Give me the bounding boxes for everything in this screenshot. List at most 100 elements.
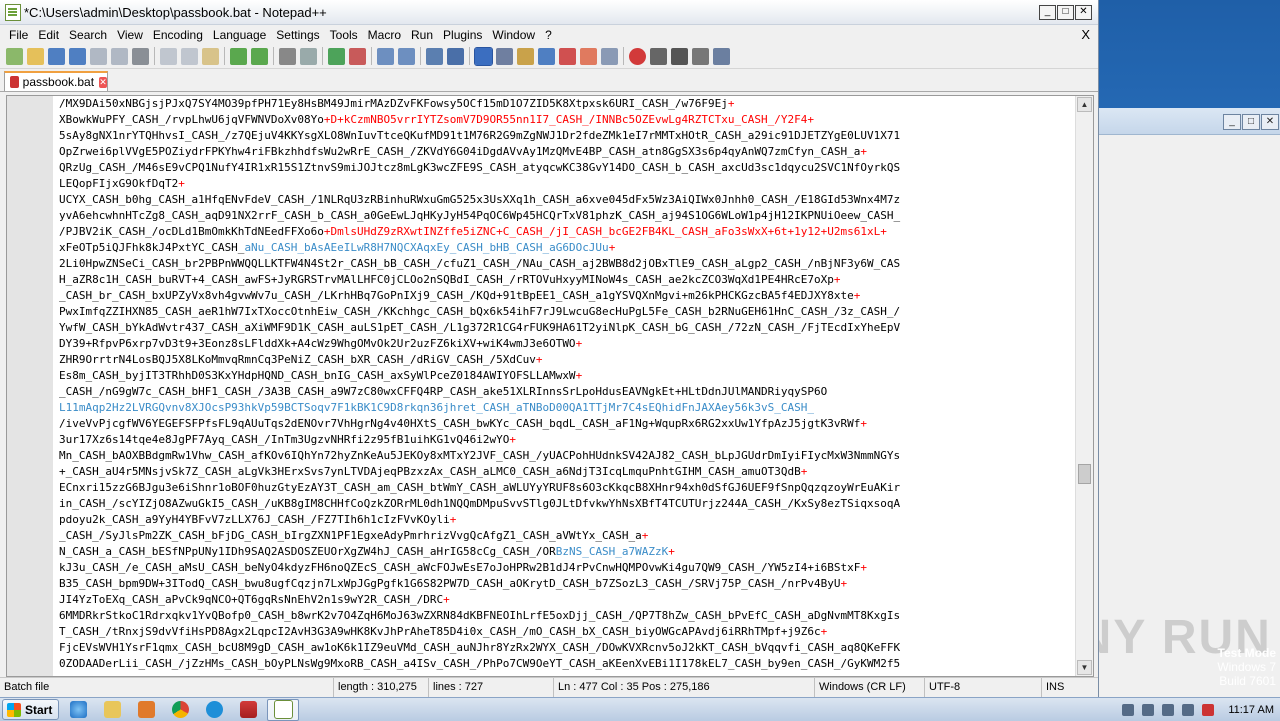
code-line[interactable]: PwxImfqZZIHXN85_CASH_aeR1hW7IxTXoccOtnhE… (59, 304, 1075, 320)
close-file-icon[interactable] (90, 47, 107, 65)
new-file-icon[interactable] (6, 47, 23, 65)
status-insert-mode[interactable]: INS (1042, 678, 1098, 698)
status-encoding[interactable]: UTF-8 (925, 678, 1042, 698)
monitoring-icon[interactable] (580, 47, 597, 65)
tab-passbook-bat[interactable]: passbook.bat ✕ (4, 71, 108, 91)
show-all-characters-icon[interactable] (447, 47, 464, 65)
menu-search[interactable]: Search (64, 28, 112, 42)
code-line[interactable]: yvA6ehcwhnHTcZg8_CASH_aqD91NX2rrF_CASH_b… (59, 208, 1075, 224)
code-line[interactable]: 3ur17Xz6s14tqe4e8JgPF7Ayq_CASH_/InTm3Ugz… (59, 432, 1075, 448)
save-icon[interactable] (48, 47, 65, 65)
menu-edit[interactable]: Edit (33, 28, 64, 42)
word-wrap-icon[interactable] (426, 47, 443, 65)
clock[interactable]: 11:17 AM (1228, 704, 1274, 716)
code-line[interactable]: QRzUg_CASH_/M46sE9vCPQ1NufY4IR1xR15S1Ztn… (59, 160, 1075, 176)
close-all-icon[interactable] (111, 47, 128, 65)
scroll-down-icon[interactable]: ▼ (1077, 660, 1092, 675)
redo-icon[interactable] (251, 47, 268, 65)
code-line[interactable]: xFeOTp5iQJFhk8kJ4PxtYC_CASH_aNu_CASH_bAs… (59, 240, 1075, 256)
action-center-icon[interactable] (1162, 703, 1175, 716)
bg-close-button[interactable]: ✕ (1261, 114, 1279, 130)
menu-tools[interactable]: Tools (325, 28, 363, 42)
volume-icon[interactable] (1182, 703, 1195, 716)
view-icon[interactable] (601, 47, 618, 65)
menu-language[interactable]: Language (208, 28, 271, 42)
code-line[interactable]: 2Li0HpwZNSeCi_CASH_br2PBPnWWQQLLKTFW4N4S… (59, 256, 1075, 272)
code-line[interactable]: H_aZR8c1H_CASH_buRVT+4_CASH_awFS+JyRGRST… (59, 272, 1075, 288)
code-line[interactable]: /iveVvPjcgfWV6YEGEFSFPfsFL9qAUuTqs2dENOv… (59, 416, 1075, 432)
close-button[interactable]: ✕ (1075, 5, 1092, 20)
code-line[interactable]: _CASH_/SyJlsPm2ZK_CASH_bFjDG_CASH_bIrgZX… (59, 528, 1075, 544)
vertical-scrollbar[interactable]: ▲ ▼ (1075, 96, 1093, 676)
zoom-out-icon[interactable] (349, 47, 366, 65)
scroll-up-icon[interactable]: ▲ (1077, 97, 1092, 112)
code-line[interactable]: kJ3u_CASH_/e_CASH_aMsU_CASH_beNyO4kdyzFH… (59, 560, 1075, 576)
find-icon[interactable] (279, 47, 296, 65)
record-macro-icon[interactable] (629, 47, 646, 65)
menu-settings[interactable]: Settings (271, 28, 324, 42)
menu-view[interactable]: View (112, 28, 148, 42)
code-area[interactable]: /MX9DAi50xNBGjsjPJxQ7SY4MO39pfPH71Ey8HsB… (59, 96, 1075, 676)
code-line[interactable]: FjcEVsWVH1YsrF1qmx_CASH_bcU8M9gD_CASH_aw… (59, 640, 1075, 656)
replace-icon[interactable] (300, 47, 317, 65)
minimize-button[interactable]: _ (1039, 5, 1056, 20)
menu-file[interactable]: File (4, 28, 33, 42)
taskbar-ie[interactable] (63, 700, 93, 720)
menu-plugins[interactable]: Plugins (438, 28, 487, 42)
code-line[interactable]: 6MMDRkrStkoC1Rdrxqkv1YvQBofp0_CASH_b8wrK… (59, 608, 1075, 624)
close-document-button[interactable]: X (1081, 27, 1090, 42)
open-file-icon[interactable] (27, 47, 44, 65)
code-line[interactable]: OpZrwei6plVVgE5POZiydrFPKYhw4riFBkzhhdfs… (59, 144, 1075, 160)
menu-help[interactable]: ? (540, 28, 557, 42)
title-bar[interactable]: *C:\Users\admin\Desktop\passbook.bat - N… (0, 0, 1098, 25)
code-line[interactable]: _CASH_br_CASH_bxUPZyVx8vh4gvwWv7u_CASH_/… (59, 288, 1075, 304)
function-list-icon[interactable] (538, 47, 555, 65)
code-line[interactable]: DY39+RfpvP6xrp7vD3t9+3Eonz8sLFlddXk+A4cW… (59, 336, 1075, 352)
undo-icon[interactable] (230, 47, 247, 65)
taskbar-media-player[interactable] (131, 700, 161, 720)
code-line[interactable]: pdoyu2k_CASH_a9YyH4YBFvV7zLLX76J_CASH_/F… (59, 512, 1075, 528)
menu-encoding[interactable]: Encoding (148, 28, 208, 42)
code-line[interactable]: ECnxri15zzG6BJgu3e6iShnr1oBOF0huzGtyEzAY… (59, 480, 1075, 496)
run-macro-multiple-icon[interactable] (692, 47, 709, 65)
taskbar-chrome[interactable] (165, 700, 195, 720)
play-macro-icon[interactable] (671, 47, 688, 65)
cut-icon[interactable] (160, 47, 177, 65)
menu-run[interactable]: Run (406, 28, 438, 42)
menu-macro[interactable]: Macro (363, 28, 406, 42)
code-line[interactable]: Mn_CASH_bAOXBBdgmRw1Vhw_CASH_afKOv6IQhYn… (59, 448, 1075, 464)
menu-window[interactable]: Window (487, 28, 540, 42)
code-line[interactable]: L11mAqp2Hz2LVRGQvnv8XJOcsP93hkVp59BCTSoq… (59, 400, 1075, 416)
code-line[interactable]: /PJBV2iK_CASH_/ocDLd1BmOmkKhTdNEedFFXo6o… (59, 224, 1075, 240)
document-map-icon[interactable] (517, 47, 534, 65)
folder-as-workspace-icon[interactable] (559, 47, 576, 65)
sync-horizontal-icon[interactable] (398, 47, 415, 65)
code-line[interactable]: JI4YzToEXq_CASH_aPvCk9qNCO+QT6gqRsNnEhV2… (59, 592, 1075, 608)
user-language-icon[interactable] (496, 47, 513, 65)
copy-icon[interactable] (181, 47, 198, 65)
code-line[interactable]: LEQopFIjxG9OkfDqT2+ (59, 176, 1075, 192)
paste-icon[interactable] (202, 47, 219, 65)
indent-guide-icon[interactable] (474, 46, 493, 66)
code-line[interactable]: _CASH_/nG9gW7c_CASH_bHF1_CASH_/3A3B_CASH… (59, 384, 1075, 400)
save-all-icon[interactable] (69, 47, 86, 65)
code-line[interactable]: /MX9DAi50xNBGjsjPJxQ7SY4MO39pfPH71Ey8HsB… (59, 96, 1075, 112)
code-line[interactable]: +_CASH_aU4r5MNsjvSk7Z_CASH_aLgVk3HErxSvs… (59, 464, 1075, 480)
code-line[interactable]: ZHR9OrrtrN4LosBQJ5X8LKoMmvqRmnCq3PeNiZ_C… (59, 352, 1075, 368)
code-line[interactable]: 0ZODAADerLii_CASH_/jZzHMs_CASH_bOyPLNsWg… (59, 656, 1075, 672)
sync-vertical-icon[interactable] (377, 47, 394, 65)
security-alert-icon[interactable] (1202, 703, 1215, 716)
print-icon[interactable] (132, 47, 149, 65)
code-line[interactable]: T_CASH_/tRnxjS9dvVfiHsPD8Agx2LqpcI2AvH3G… (59, 624, 1075, 640)
notepadpp-app-icon[interactable] (5, 4, 21, 21)
code-line[interactable]: XBowkWuPFY_CASH_/rvpLhwU6jqVFWNVDoXv08Yo… (59, 112, 1075, 128)
code-line[interactable]: 5sAy8gNX1nrYTQHhvsI_CASH_/z7QEjuV4KKYsgX… (59, 128, 1075, 144)
tab-close-icon[interactable]: ✕ (99, 76, 107, 88)
taskbar-anyrun-app[interactable] (233, 700, 263, 720)
code-line[interactable]: B35_CASH_bpm9DW+3ITodQ_CASH_bwu8ugfCqzjn… (59, 576, 1075, 592)
status-eol[interactable]: Windows (CR LF) (815, 678, 925, 698)
bg-maximize-button[interactable]: □ (1242, 114, 1260, 130)
show-hidden-icons-icon[interactable] (1122, 703, 1135, 716)
zoom-in-icon[interactable] (328, 47, 345, 65)
code-line[interactable]: UCYX_CASH_b0hg_CASH_a1HfqENvFdeV_CASH_/1… (59, 192, 1075, 208)
